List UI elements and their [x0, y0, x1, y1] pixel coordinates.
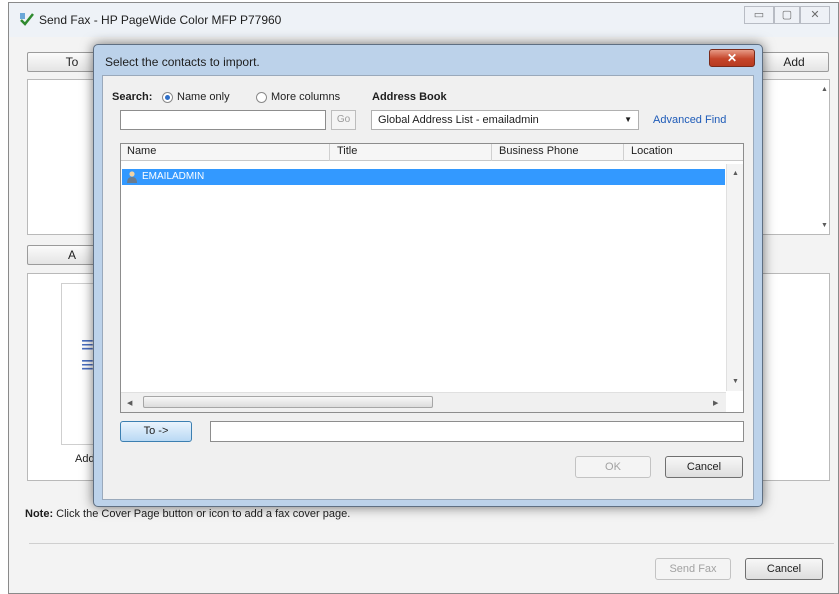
more-columns-radio[interactable] [256, 92, 267, 103]
scroll-down-arrow[interactable]: ▼ [821, 222, 828, 229]
name-only-label[interactable]: Name only [177, 91, 230, 103]
search-label: Search: [112, 91, 153, 103]
go-button[interactable]: Go [331, 110, 356, 130]
main-cancel-button[interactable]: Cancel [745, 558, 823, 580]
send-fax-button[interactable]: Send Fax [655, 558, 731, 580]
dialog-close-button[interactable]: ✕ [709, 49, 755, 67]
note-label: Note: [25, 508, 54, 520]
scroll-up-arrow[interactable]: ▲ [821, 86, 828, 93]
maximize-button[interactable]: ▢ [774, 6, 800, 24]
dialog-body: Search: Name only More columns Address B… [102, 75, 754, 500]
note-body: Click the Cover Page button or icon to a… [56, 508, 351, 520]
contacts-list[interactable]: Name Title Business Phone Location EMAIL… [120, 143, 744, 413]
more-columns-label[interactable]: More columns [271, 91, 340, 103]
person-icon [127, 171, 137, 183]
add-button[interactable]: Add [759, 52, 829, 72]
column-header-name[interactable]: Name [127, 145, 156, 157]
scroll-right-arrow[interactable]: ▶ [713, 399, 718, 407]
vertical-scrollbar[interactable]: ▲ ▼ [726, 164, 743, 391]
note-text: Note: Click the Cover Page button or ico… [25, 508, 350, 520]
dialog-title: Select the contacts to import. [105, 55, 260, 69]
minimize-button[interactable]: ▭ [744, 6, 774, 24]
column-header-business-phone[interactable]: Business Phone [499, 145, 579, 157]
contact-name: EMAILADMIN [142, 171, 205, 182]
window-controls: ▭ ▢ ✕ [744, 6, 832, 26]
to-recipients-field[interactable] [210, 421, 744, 442]
column-separator[interactable] [491, 144, 492, 161]
horizontal-scroll-thumb[interactable] [143, 396, 433, 408]
scroll-up-arrow[interactable]: ▲ [732, 170, 739, 177]
footer-divider [29, 543, 834, 544]
advanced-find-link[interactable]: Advanced Find [653, 114, 726, 126]
column-separator[interactable] [623, 144, 624, 161]
column-separator[interactable] [329, 144, 330, 161]
add-cover-caption: Add [75, 453, 95, 465]
dialog-cancel-button[interactable]: Cancel [665, 456, 743, 478]
address-book-label: Address Book [372, 91, 447, 103]
fax-app-icon [20, 13, 34, 26]
main-title-bar: Send Fax - HP PageWide Color MFP P77960 … [9, 3, 838, 37]
address-book-value: Global Address List - emailadmin [378, 114, 539, 126]
scroll-down-arrow[interactable]: ▼ [732, 378, 739, 385]
horizontal-scrollbar[interactable]: ◀ ▶ [121, 392, 726, 412]
column-header-title[interactable]: Title [337, 145, 357, 157]
search-input[interactable] [120, 110, 326, 130]
close-window-button[interactable]: ✕ [800, 6, 830, 24]
contact-row[interactable]: EMAILADMIN [122, 169, 725, 185]
cover-page-lines-icon: ≡ ≡ [81, 332, 94, 377]
select-contacts-dialog: Select the contacts to import. ✕ Search:… [93, 44, 763, 507]
main-window-title: Send Fax - HP PageWide Color MFP P77960 [39, 13, 282, 27]
dropdown-arrow-icon[interactable]: ▼ [624, 111, 632, 129]
address-book-select[interactable]: Global Address List - emailadmin ▼ [371, 110, 639, 130]
column-header-location[interactable]: Location [631, 145, 673, 157]
scroll-left-arrow[interactable]: ◀ [127, 399, 132, 407]
name-only-radio[interactable] [162, 92, 173, 103]
ok-button[interactable]: OK [575, 456, 651, 478]
list-header: Name Title Business Phone Location [121, 144, 743, 161]
to-arrow-button[interactable]: To -> [120, 421, 192, 442]
